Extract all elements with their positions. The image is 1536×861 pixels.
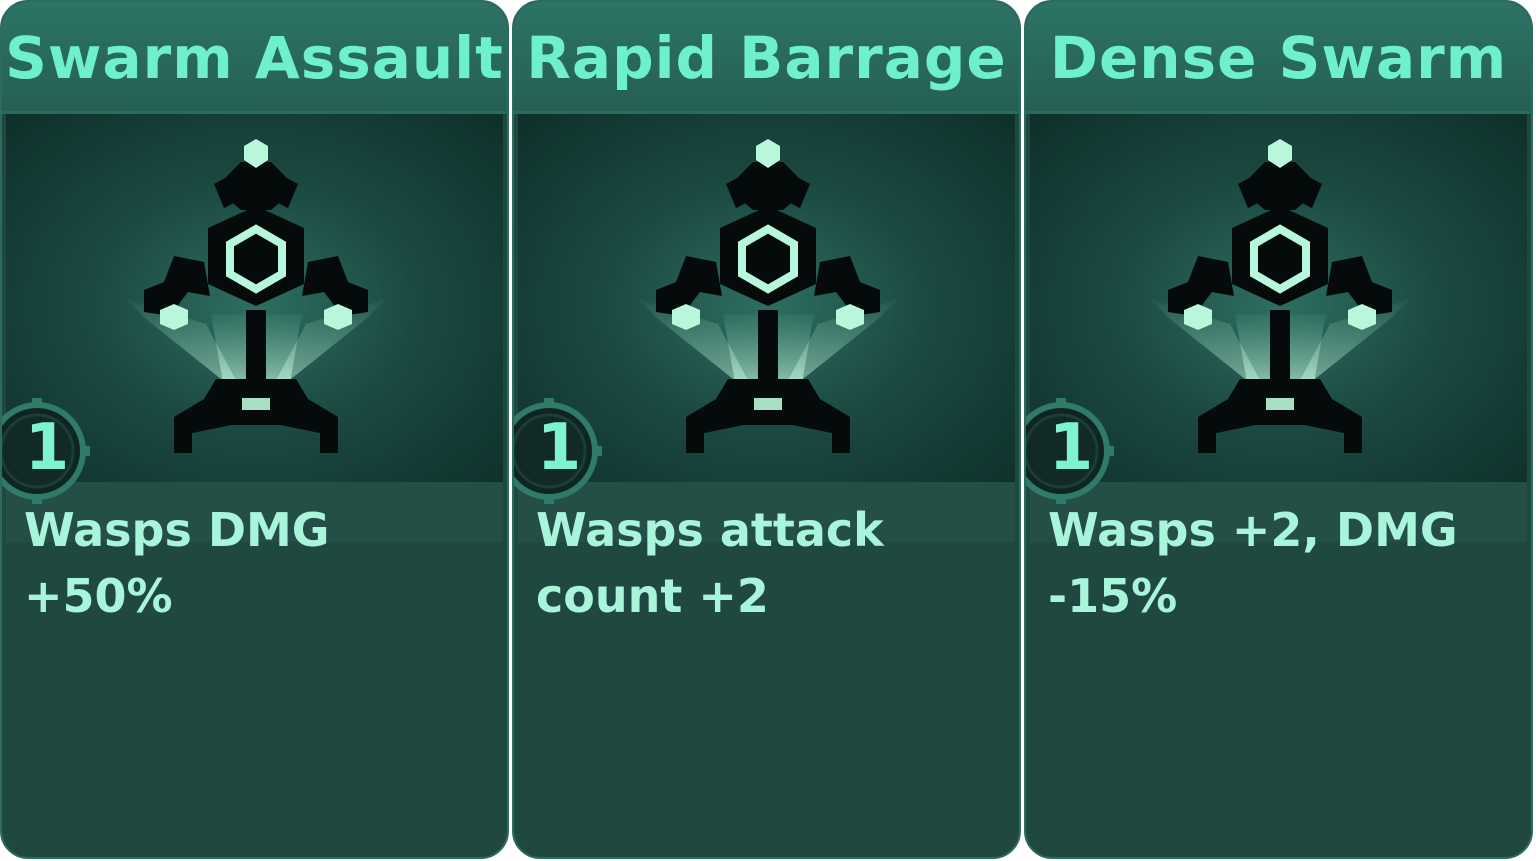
card-description: Wasps attack count +2 <box>536 503 884 623</box>
card-level: 1 <box>24 411 70 485</box>
card-level: 1 <box>1048 411 1094 485</box>
card-header: Rapid Barrage <box>514 2 1019 114</box>
upgrade-card-selection: Swarm Assault 1 Wasps DMG +50% Rapid Bar… <box>0 0 1536 861</box>
card-description: Wasps DMG +50% <box>24 503 330 623</box>
upgrade-card-swarm-assault[interactable]: Swarm Assault 1 Wasps DMG +50% <box>0 0 509 859</box>
upgrade-card-rapid-barrage[interactable]: Rapid Barrage 1 Wasps attack count +2 <box>512 0 1021 859</box>
card-title: Swarm Assault <box>5 24 504 92</box>
card-header: Dense Swarm <box>1026 2 1531 114</box>
card-level: 1 <box>536 411 582 485</box>
upgrade-card-dense-swarm[interactable]: Dense Swarm 1 Wasps +2, DMG -15% <box>1024 0 1533 859</box>
card-title: Dense Swarm <box>1049 24 1508 92</box>
card-description: Wasps +2, DMG -15% <box>1048 503 1458 623</box>
card-header: Swarm Assault <box>2 2 507 114</box>
card-title: Rapid Barrage <box>526 24 1007 92</box>
